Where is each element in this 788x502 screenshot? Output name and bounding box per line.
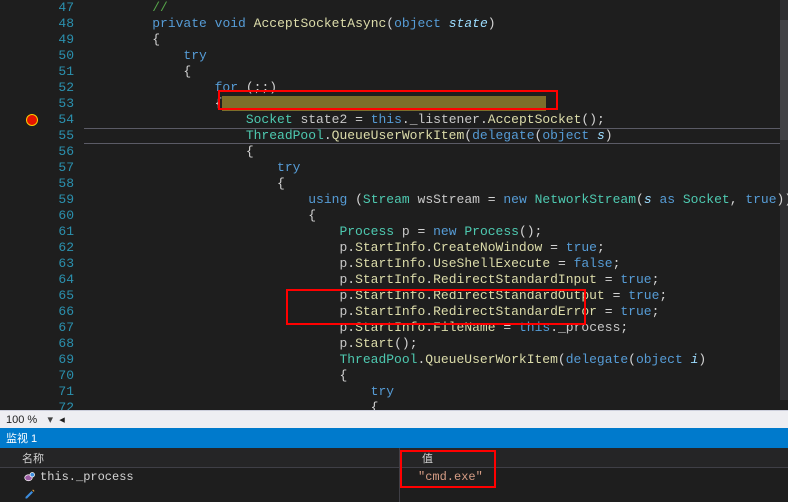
watch-header: 名称 值 bbox=[0, 448, 788, 468]
code-line[interactable]: 57 try bbox=[0, 160, 788, 176]
edit-icon bbox=[24, 488, 36, 500]
code-text[interactable]: p.StartInfo.FileName = this._process; bbox=[82, 320, 788, 336]
code-line[interactable]: 67 p.StartInfo.FileName = this._process; bbox=[0, 320, 788, 336]
line-number: 68 bbox=[42, 336, 82, 352]
code-text[interactable]: { bbox=[82, 368, 788, 384]
watch-row[interactable]: this._process "cmd.exe" bbox=[0, 468, 788, 485]
code-text[interactable]: { bbox=[82, 400, 788, 410]
line-number: 48 bbox=[42, 16, 82, 32]
code-text[interactable]: Socket state2 = this._listener.AcceptSoc… bbox=[82, 112, 788, 128]
code-text[interactable]: using (Stream wsStream = new NetworkStre… bbox=[82, 192, 788, 208]
zoom-dropdown-icon[interactable]: ▾ bbox=[43, 413, 57, 427]
line-number: 57 bbox=[42, 160, 82, 176]
watch-value: "cmd.exe" bbox=[400, 468, 788, 485]
code-text[interactable]: { bbox=[82, 144, 788, 160]
code-text[interactable]: // bbox=[82, 0, 788, 16]
line-number: 56 bbox=[42, 144, 82, 160]
code-text[interactable]: p.Start(); bbox=[82, 336, 788, 352]
code-text[interactable]: try bbox=[82, 48, 788, 64]
watch-icon bbox=[24, 471, 36, 483]
code-line[interactable]: 63 p.StartInfo.UseShellExecute = false; bbox=[0, 256, 788, 272]
code-line[interactable]: 70 { bbox=[0, 368, 788, 384]
code-text[interactable]: try bbox=[82, 160, 788, 176]
line-number: 65 bbox=[42, 288, 82, 304]
code-text[interactable]: private void AcceptSocketAsync(object st… bbox=[82, 16, 788, 32]
line-number: 55 bbox=[42, 128, 82, 144]
line-number: 63 bbox=[42, 256, 82, 272]
line-number: 49 bbox=[42, 32, 82, 48]
line-number: 61 bbox=[42, 224, 82, 240]
line-number: 66 bbox=[42, 304, 82, 320]
line-number: 62 bbox=[42, 240, 82, 256]
code-text[interactable]: { bbox=[82, 176, 788, 192]
code-text[interactable]: { bbox=[82, 208, 788, 224]
code-line[interactable]: 59 using (Stream wsStream = new NetworkS… bbox=[0, 192, 788, 208]
line-number: 51 bbox=[42, 64, 82, 80]
watch-row-empty[interactable] bbox=[0, 485, 788, 502]
code-text[interactable]: p.StartInfo.CreateNoWindow = true; bbox=[82, 240, 788, 256]
code-text[interactable]: p.StartInfo.RedirectStandardInput = true… bbox=[82, 272, 788, 288]
code-line[interactable]: 54 Socket state2 = this._listener.Accept… bbox=[0, 112, 788, 128]
code-text[interactable]: { bbox=[82, 32, 788, 48]
code-line[interactable]: 64 p.StartInfo.RedirectStandardInput = t… bbox=[0, 272, 788, 288]
code-text[interactable]: try bbox=[82, 384, 788, 400]
watch-col-name-header[interactable]: 名称 bbox=[0, 448, 400, 467]
code-line[interactable]: 49 { bbox=[0, 32, 788, 48]
line-number: 64 bbox=[42, 272, 82, 288]
code-line[interactable]: 56 { bbox=[0, 144, 788, 160]
breakpoint-icon[interactable] bbox=[26, 114, 38, 126]
code-text[interactable]: { bbox=[82, 64, 788, 80]
line-number: 54 bbox=[42, 112, 82, 128]
code-line[interactable]: 68 p.Start(); bbox=[0, 336, 788, 352]
code-line[interactable]: 51 { bbox=[0, 64, 788, 80]
code-line[interactable]: 47 // bbox=[0, 0, 788, 16]
line-number: 50 bbox=[42, 48, 82, 64]
code-line[interactable]: 60 { bbox=[0, 208, 788, 224]
line-number: 53 bbox=[42, 96, 82, 112]
line-number: 70 bbox=[42, 368, 82, 384]
code-line[interactable]: 66 p.StartInfo.RedirectStandardError = t… bbox=[0, 304, 788, 320]
code-line[interactable]: 62 p.StartInfo.CreateNoWindow = true; bbox=[0, 240, 788, 256]
watch-col-value-header[interactable]: 值 bbox=[400, 448, 788, 467]
code-text[interactable]: Process p = new Process(); bbox=[82, 224, 788, 240]
zoom-adjust-icon[interactable]: ◂ bbox=[59, 413, 65, 426]
code-line[interactable]: 65 p.StartInfo.RedirectStandardOutput = … bbox=[0, 288, 788, 304]
code-editor[interactable]: 47 //48 private void AcceptSocketAsync(o… bbox=[0, 0, 788, 428]
code-text[interactable]: p.StartInfo.UseShellExecute = false; bbox=[82, 256, 788, 272]
code-line[interactable]: 71 try bbox=[0, 384, 788, 400]
line-number: 47 bbox=[42, 0, 82, 16]
line-number: 72 bbox=[42, 400, 82, 410]
code-text[interactable]: ThreadPool.QueueUserWorkItem(delegate(ob… bbox=[82, 352, 788, 368]
line-number: 60 bbox=[42, 208, 82, 224]
code-text[interactable]: ThreadPool.QueueUserWorkItem(delegate(ob… bbox=[82, 128, 788, 144]
watch-panel-title[interactable]: 监视 1 bbox=[0, 428, 788, 448]
code-line[interactable]: 69 ThreadPool.QueueUserWorkItem(delegate… bbox=[0, 352, 788, 368]
code-text[interactable]: p.StartInfo.RedirectStandardError = true… bbox=[82, 304, 788, 320]
line-number: 71 bbox=[42, 384, 82, 400]
watch-panel-title-text: 监视 1 bbox=[6, 430, 37, 446]
code-line[interactable]: 50 try bbox=[0, 48, 788, 64]
line-number: 59 bbox=[42, 192, 82, 208]
code-text[interactable]: { bbox=[82, 96, 788, 112]
code-line[interactable]: 61 Process p = new Process(); bbox=[0, 224, 788, 240]
code-line[interactable]: 53 { bbox=[0, 96, 788, 112]
zoom-bar: 100 % ▾ ◂ bbox=[0, 410, 788, 428]
code-line[interactable]: 52 for (;;) bbox=[0, 80, 788, 96]
line-number: 69 bbox=[42, 352, 82, 368]
code-line[interactable]: 58 { bbox=[0, 176, 788, 192]
zoom-value: 100 % bbox=[0, 414, 43, 426]
code-line[interactable]: 48 private void AcceptSocketAsync(object… bbox=[0, 16, 788, 32]
line-number: 58 bbox=[42, 176, 82, 192]
code-text[interactable]: for (;;) bbox=[82, 80, 788, 96]
line-number: 67 bbox=[42, 320, 82, 336]
line-number: 52 bbox=[42, 80, 82, 96]
watch-expr: this._process bbox=[40, 470, 134, 484]
code-line[interactable]: 72 { bbox=[0, 400, 788, 410]
code-line[interactable]: 55 ThreadPool.QueueUserWorkItem(delegate… bbox=[0, 128, 788, 144]
code-text[interactable]: p.StartInfo.RedirectStandardOutput = tru… bbox=[82, 288, 788, 304]
